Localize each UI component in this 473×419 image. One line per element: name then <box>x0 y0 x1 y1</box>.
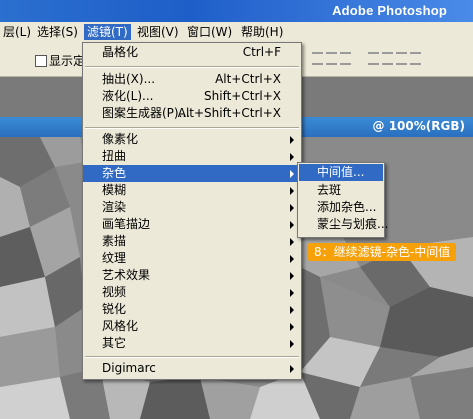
menubar: 层(L) 选择(S) 滤镜(T) 视图(V) 窗口(W) 帮助(H) <box>0 22 473 43</box>
menu-item-label: 画笔描边 <box>102 217 151 231</box>
menu-help[interactable]: 帮助(H) <box>238 24 286 40</box>
align-bottom-icon[interactable] <box>340 52 351 65</box>
menu-view[interactable]: 视图(V) <box>134 24 182 40</box>
menu-item-blur[interactable]: 模糊 <box>83 182 301 199</box>
menu-item-label: 液化(L)... <box>102 89 154 103</box>
submenu-item-despeckle[interactable]: 去斑 <box>299 182 383 199</box>
menu-select[interactable]: 选择(S) <box>34 24 81 40</box>
menu-item-label: 抽出(X)... <box>102 72 156 86</box>
show-checkbox[interactable] <box>35 55 47 67</box>
menu-window[interactable]: 窗口(W) <box>184 24 235 40</box>
submenu-arrow-icon <box>290 289 294 297</box>
submenu-arrow-icon <box>290 153 294 161</box>
menu-filter[interactable]: 滤镜(T) <box>84 24 131 40</box>
menu-item-label: 纹理 <box>102 251 127 265</box>
app-title: Adobe Photoshop <box>332 3 447 18</box>
menu-separator <box>85 66 299 68</box>
submenu-item-label: 去斑 <box>317 183 342 197</box>
menu-item-brush-strokes[interactable]: 画笔描边 <box>83 216 301 233</box>
submenu-arrow-icon <box>290 306 294 314</box>
menu-item-stylize[interactable]: 风格化 <box>83 318 301 335</box>
menu-item-texture[interactable]: 纹理 <box>83 250 301 267</box>
menu-item-digimarc[interactable]: Digimarc <box>83 360 301 377</box>
align-icons-group <box>312 52 424 68</box>
noise-submenu: 中间值... 去斑 添加杂色... 蒙尘与划痕... <box>297 162 388 238</box>
step-annotation-tag: 8：继续滤镜-杂色-中间值 <box>308 243 457 261</box>
menu-item-video[interactable]: 视频 <box>83 284 301 301</box>
menu-item-other[interactable]: 其它 <box>83 335 301 352</box>
submenu-item-add-noise[interactable]: 添加杂色... <box>299 199 383 216</box>
menu-item-label: 像素化 <box>102 132 139 146</box>
menu-item-shortcut: Alt+Ctrl+X <box>215 72 281 86</box>
submenu-arrow-icon <box>290 340 294 348</box>
menu-item-label: 艺术效果 <box>102 268 151 282</box>
menu-item-extract[interactable]: 抽出(X)... Alt+Ctrl+X <box>83 71 301 88</box>
align-right-icon[interactable] <box>396 52 407 65</box>
submenu-arrow-icon <box>290 323 294 331</box>
menu-item-label: 扭曲 <box>102 149 127 163</box>
filter-menu: 晶格化 Ctrl+F 抽出(X)... Alt+Ctrl+X 液化(L)... … <box>82 42 302 380</box>
menu-item-label: 风格化 <box>102 319 139 333</box>
menu-item-label: 其它 <box>102 336 127 350</box>
distribute-icon[interactable] <box>410 52 421 65</box>
submenu-arrow-icon <box>290 204 294 212</box>
menu-item-label: 渲染 <box>102 200 127 214</box>
document-title: @ 100%(RGB) <box>372 119 465 133</box>
submenu-arrow-icon <box>290 170 294 178</box>
menu-item-shortcut: Ctrl+F <box>242 45 281 59</box>
submenu-item-label: 蒙尘与划痕... <box>317 217 389 231</box>
menu-item-sketch[interactable]: 素描 <box>83 233 301 250</box>
align-left-icon[interactable] <box>368 52 379 65</box>
align-top-icon[interactable] <box>312 52 323 65</box>
menu-item-last-filter[interactable]: 晶格化 Ctrl+F <box>83 44 301 61</box>
menu-item-distort[interactable]: 扭曲 <box>83 148 301 165</box>
menu-item-pattern-maker[interactable]: 图案生成器(P)... Alt+Shift+Ctrl+X <box>83 105 301 122</box>
menu-item-shortcut: Alt+Shift+Ctrl+X <box>177 106 281 120</box>
menu-item-label: 模糊 <box>102 183 127 197</box>
submenu-arrow-icon <box>290 272 294 280</box>
menu-item-noise[interactable]: 杂色 <box>83 165 301 182</box>
menu-item-sharpen[interactable]: 锐化 <box>83 301 301 318</box>
submenu-arrow-icon <box>290 221 294 229</box>
app-title-bar: Adobe Photoshop <box>0 0 473 22</box>
menu-item-label: Digimarc <box>102 361 156 375</box>
menu-item-label: 素描 <box>102 234 127 248</box>
submenu-arrow-icon <box>290 255 294 263</box>
menu-layer[interactable]: 层(L) <box>0 24 34 40</box>
submenu-arrow-icon <box>290 365 294 373</box>
menu-item-liquify[interactable]: 液化(L)... Shift+Ctrl+X <box>83 88 301 105</box>
menu-item-label: 锐化 <box>102 302 127 316</box>
submenu-item-label: 中间值... <box>317 165 365 179</box>
menu-separator <box>85 127 299 129</box>
submenu-arrow-icon <box>290 238 294 246</box>
align-center-icon[interactable] <box>382 52 393 65</box>
submenu-item-median[interactable]: 中间值... <box>299 164 383 181</box>
menu-item-label: 视频 <box>102 285 127 299</box>
submenu-arrow-icon <box>290 187 294 195</box>
submenu-arrow-icon <box>290 136 294 144</box>
menu-item-label: 晶格化 <box>102 45 139 59</box>
menu-item-artistic[interactable]: 艺术效果 <box>83 267 301 284</box>
menu-item-shortcut: Shift+Ctrl+X <box>204 89 281 103</box>
menu-separator <box>85 356 299 358</box>
menu-item-render[interactable]: 渲染 <box>83 199 301 216</box>
menu-item-pixelate[interactable]: 像素化 <box>83 131 301 148</box>
submenu-item-label: 添加杂色... <box>317 200 377 214</box>
submenu-item-dust-scratches[interactable]: 蒙尘与划痕... <box>299 216 388 233</box>
show-checkbox-label: 显示定 <box>49 54 86 68</box>
align-middle-icon[interactable] <box>326 52 337 65</box>
menu-item-label: 杂色 <box>102 166 127 180</box>
